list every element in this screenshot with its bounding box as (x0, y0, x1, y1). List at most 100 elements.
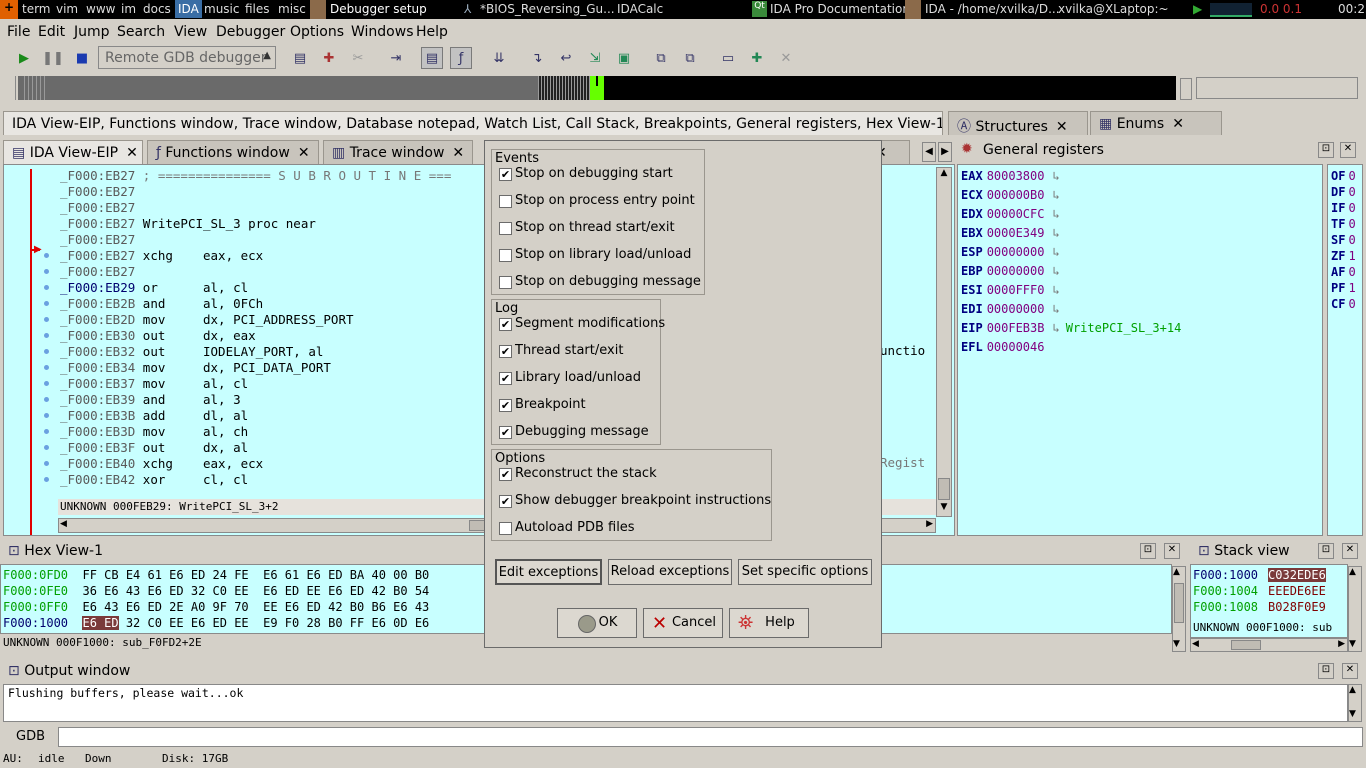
scroll-up-icon[interactable]: ▲ (1173, 567, 1180, 577)
breakpoint-dot-icon[interactable] (44, 365, 49, 370)
breakpoint-dot-icon[interactable] (44, 477, 49, 482)
hex-vscrollbar[interactable]: ▲ ▼ (1172, 566, 1186, 652)
launcher-icon[interactable]: + (0, 0, 18, 19)
view-icon[interactable]: ⧉ (650, 47, 672, 69)
close-icon[interactable]: ✕ (126, 145, 138, 161)
jump-arrow-icon[interactable]: ↳ (1052, 169, 1059, 183)
checkbox[interactable] (499, 249, 512, 262)
code-line[interactable]: _F000:EB27 (60, 200, 135, 215)
breakpoint-dot-icon[interactable] (44, 461, 49, 466)
taskbar-window-terminal[interactable]: xvilka@XLaptop:~ (1058, 2, 1169, 16)
register-value[interactable]: 000000B0 (987, 188, 1045, 202)
scroll-left-icon[interactable]: ◀ (1192, 639, 1199, 649)
breakpoint-dot-icon[interactable] (44, 285, 49, 290)
checkbox-label[interactable]: Stop on process entry point (515, 193, 695, 208)
delete-watch-icon[interactable]: ✕ (775, 47, 797, 69)
scroll-left-icon[interactable]: ◀ (60, 519, 67, 529)
menu-edit[interactable]: Edit (38, 24, 65, 40)
jump-arrow-icon[interactable]: ↳ (1052, 321, 1059, 335)
tab-functions[interactable]: ƒ Functions window ✕ (147, 140, 319, 164)
tab-trace[interactable]: ▥ Trace window ✕ (323, 140, 473, 164)
checkbox[interactable] (499, 276, 512, 289)
scroll-down-icon[interactable]: ▼ (1349, 709, 1356, 719)
menu-view[interactable]: View (174, 24, 207, 40)
register-value[interactable]: 80003800 (987, 169, 1045, 183)
scroll-up-icon[interactable]: ▲ (1349, 685, 1356, 695)
checkbox[interactable] (499, 522, 512, 535)
start-process-icon[interactable]: ▶ (13, 47, 35, 69)
hex-row[interactable]: F000:0FE0 36 E6 43 E6 ED 32 C0 EE E6 ED … (3, 584, 429, 598)
taskbar-window-idadoc[interactable]: IDA Pro Documentation (770, 2, 910, 16)
checkbox[interactable]: ✔ (499, 399, 512, 412)
scroll-thumb[interactable] (469, 520, 485, 531)
breakpoint-dot-icon[interactable] (44, 429, 49, 434)
breakpoint-dot-icon[interactable] (44, 301, 49, 306)
flag-row[interactable]: PF 1 (1331, 281, 1356, 295)
step-over-icon[interactable]: ↴ (526, 47, 548, 69)
breakpoint-dot-icon[interactable] (44, 349, 49, 354)
scroll-down-icon[interactable]: ▼ (1173, 639, 1180, 649)
menu-search[interactable]: Search (117, 24, 165, 40)
code-line[interactable]: _F000:EB42 xor cl, cl (60, 472, 248, 487)
register-row[interactable]: EDX 00000CFC ↳ (961, 207, 1066, 221)
scroll-down-icon[interactable]: ▼ (1349, 639, 1356, 649)
hex-icon[interactable]: ⧉ (679, 47, 701, 69)
nav-band-combo[interactable] (1196, 77, 1358, 99)
workspace-docs[interactable]: docs (143, 2, 171, 16)
register-row[interactable]: EFL 00000046 (961, 340, 1050, 354)
code-line[interactable]: _F000:EB39 and al, 3 (60, 392, 241, 407)
tab-scroll-right-icon[interactable]: ▶ (938, 142, 952, 162)
flag-row[interactable]: IF 0 (1331, 201, 1356, 215)
nav-band-handle[interactable] (4, 76, 16, 100)
checkbox[interactable]: ✔ (499, 318, 512, 331)
code-line[interactable]: _F000:EB27 (60, 232, 135, 247)
register-row[interactable]: EBX 0000E349 ↳ (961, 226, 1066, 240)
code-line[interactable]: _F000:EB27 xchg eax, ecx (60, 248, 263, 263)
close-icon[interactable]: ✕ (452, 145, 464, 161)
flag-row[interactable]: DF 0 (1331, 185, 1356, 199)
float-icon[interactable]: ⊡ (1318, 543, 1334, 559)
jump-arrow-icon[interactable]: ↳ (1052, 207, 1059, 221)
process-list-icon[interactable]: ▤ (289, 47, 311, 69)
hex-row[interactable]: F000:1000 E6 ED 32 C0 EE E6 ED EE E9 F0 … (3, 616, 429, 630)
jump-arrow-icon[interactable]: ↳ (1052, 245, 1059, 259)
stack-row[interactable]: F000:1004 EEEDE6EE (1193, 584, 1326, 598)
code-line[interactable]: _F000:EB30 out dx, eax (60, 328, 256, 343)
watch-icon[interactable]: ▭ (717, 47, 739, 69)
ok-button[interactable]: OK (557, 608, 637, 638)
jump-arrow-icon[interactable]: ↳ (1052, 302, 1059, 316)
scroll-down-icon[interactable]: ▼ (937, 502, 951, 516)
stop-icon[interactable]: ■ (71, 47, 93, 69)
code-line[interactable]: _F000:EB27 ; =============== S U B R O U… (60, 168, 451, 183)
checkbox-label[interactable]: Stop on library load/unload (515, 247, 691, 262)
register-row[interactable]: EIP 000FEB3B ↳ WritePCI_SL_3+14 (961, 321, 1181, 335)
scroll-thumb[interactable] (1174, 583, 1184, 623)
float-icon[interactable]: ⊡ (1140, 543, 1156, 559)
workspace-term[interactable]: term (22, 2, 51, 16)
jump-arrow-icon[interactable]: ↳ (1052, 283, 1059, 297)
output-text-area[interactable]: Flushing buffers, please wait...ok (3, 684, 1348, 722)
checkbox-label[interactable]: Segment modifications (515, 316, 665, 331)
cancel-button[interactable]: ✕ Cancel (643, 608, 723, 638)
menu-windows[interactable]: Windows (351, 24, 414, 40)
register-value[interactable]: 00000000 (987, 245, 1045, 259)
jump-arrow-icon[interactable]: ↳ (1052, 188, 1059, 202)
pause-icon[interactable]: ❚❚ (42, 47, 64, 69)
flag-row[interactable]: SF 0 (1331, 233, 1356, 247)
menu-options[interactable]: Options (290, 24, 344, 40)
code-line[interactable]: _F000:EB27 (60, 184, 135, 199)
register-row[interactable]: EBP 00000000 ↳ (961, 264, 1066, 278)
code-line[interactable]: _F000:EB2B and al, 0FCh (60, 296, 263, 311)
jump-arrow-icon[interactable]: ↳ (1052, 226, 1059, 240)
workspace-im[interactable]: im (121, 2, 136, 16)
code-line[interactable]: _F000:EB27 WritePCI_SL_3 proc near (60, 216, 316, 231)
menu-help[interactable]: Help (416, 24, 448, 40)
float-icon[interactable]: ⊡ (1318, 142, 1334, 158)
close-icon[interactable]: ✕ (1342, 663, 1358, 679)
step-icon[interactable]: ⇥ (385, 47, 407, 69)
workspace-misc[interactable]: misc (278, 2, 306, 16)
stack-vscrollbar[interactable]: ▲ ▼ (1348, 566, 1362, 652)
register-row[interactable]: ECX 000000B0 ↳ (961, 188, 1066, 202)
play-icon[interactable]: ▶ (1193, 2, 1202, 16)
flag-row[interactable]: ZF 1 (1331, 249, 1356, 263)
